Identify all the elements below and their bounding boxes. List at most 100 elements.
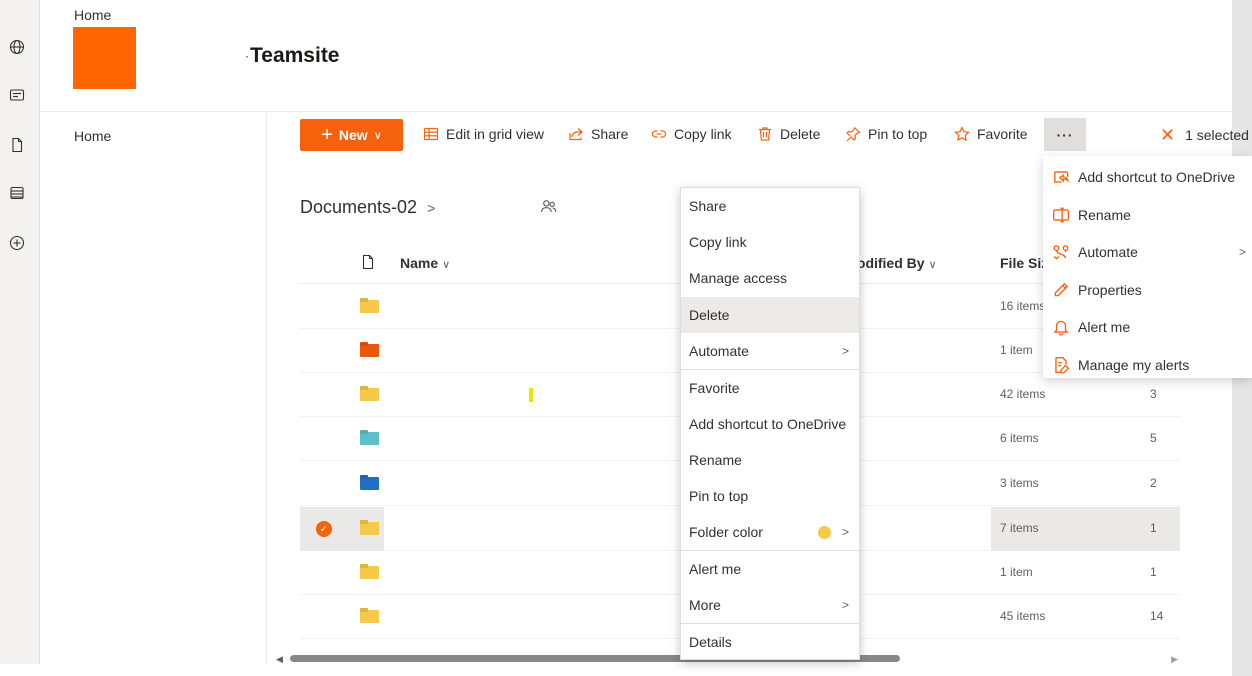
context-menu-item-alert-me[interactable]: Alert me bbox=[681, 551, 859, 587]
chevron-down-icon: ∨ bbox=[373, 129, 382, 142]
share-icon bbox=[569, 128, 583, 141]
globe-icon[interactable] bbox=[8, 38, 26, 56]
chevron-right-icon: > bbox=[841, 344, 849, 358]
menu-item-label: Manage access bbox=[689, 270, 788, 286]
edit-grid-button[interactable]: Edit in grid view bbox=[423, 126, 544, 142]
menu-item-label: Automate bbox=[689, 343, 749, 359]
more-menu-item-add-shortcut-to-onedrive[interactable]: Add shortcut to OneDrive bbox=[1043, 158, 1252, 195]
trash-icon bbox=[759, 127, 771, 141]
file-size-cell: 45 items bbox=[1000, 609, 1046, 623]
document-icon[interactable] bbox=[8, 136, 26, 154]
rename-icon bbox=[1053, 207, 1069, 222]
close-icon[interactable]: ✕ bbox=[1160, 126, 1175, 144]
link-icon bbox=[651, 130, 667, 138]
library-title-text: Documents-02 bbox=[300, 197, 418, 217]
pin-button[interactable]: Pin to top bbox=[845, 126, 927, 142]
more-button[interactable]: ··· bbox=[1044, 118, 1086, 151]
folder-icon bbox=[360, 388, 379, 401]
menu-item-label: Manage my alerts bbox=[1078, 356, 1190, 373]
grid-icon bbox=[423, 127, 439, 141]
highlight-mark bbox=[529, 388, 533, 402]
folder-icon bbox=[360, 300, 379, 313]
folder-icon bbox=[360, 344, 379, 357]
nav-item-home[interactable]: Home bbox=[74, 128, 111, 144]
context-menu-item-delete[interactable]: Delete bbox=[681, 297, 859, 333]
menu-item-label: Delete bbox=[689, 307, 730, 323]
menu-item-label: Properties bbox=[1078, 281, 1142, 298]
item-count-cell: 1 bbox=[1150, 521, 1157, 535]
item-count-cell: 2 bbox=[1150, 476, 1157, 490]
list-icon[interactable] bbox=[8, 184, 26, 202]
menu-item-label: More bbox=[689, 597, 721, 613]
scroll-right-icon[interactable]: ▶ bbox=[1171, 654, 1178, 665]
selected-indicator[interactable]: ✕ 1 selected bbox=[1160, 126, 1249, 144]
command-bar: + New ∨ Edit in grid view Share Copy lin… bbox=[268, 113, 1249, 157]
context-menu-item-folder-color[interactable]: Folder color > bbox=[681, 514, 859, 550]
folder-icon bbox=[360, 477, 379, 490]
library-title[interactable]: Documents-02 > bbox=[300, 197, 435, 218]
column-header-name[interactable]: Name ∨ bbox=[400, 255, 450, 271]
site-header: Home ·Teamsite bbox=[40, 0, 1232, 112]
menu-item-label: Copy link bbox=[689, 234, 747, 250]
menu-item-label: Rename bbox=[1078, 206, 1131, 223]
file-size-cell: 1 item bbox=[1000, 343, 1033, 357]
folder-icon bbox=[360, 566, 379, 579]
context-menu-item-share[interactable]: Share bbox=[681, 188, 859, 224]
folder-icon bbox=[360, 522, 379, 535]
delete-button[interactable]: Delete bbox=[757, 126, 820, 142]
site-title[interactable]: ·Teamsite bbox=[245, 44, 340, 68]
context-menu-item-copy-link[interactable]: Copy link bbox=[681, 224, 859, 260]
automate-icon bbox=[1053, 244, 1069, 260]
delete-label: Delete bbox=[780, 126, 821, 142]
more-menu: Add shortcut to OneDrive Rename Automate > P… bbox=[1043, 156, 1252, 378]
more-menu-item-automate[interactable]: Automate > bbox=[1043, 233, 1252, 270]
context-menu-item-more[interactable]: More > bbox=[681, 587, 859, 623]
checkmark-icon[interactable]: ✓ bbox=[316, 521, 332, 537]
menu-item-label: Pin to top bbox=[689, 488, 749, 504]
favorite-button[interactable]: Favorite bbox=[954, 126, 1028, 142]
selected-label: 1 selected bbox=[1185, 127, 1249, 143]
more-menu-item-rename[interactable]: Rename bbox=[1043, 196, 1252, 233]
more-menu-item-alert-me[interactable]: Alert me bbox=[1043, 308, 1252, 345]
context-menu-item-rename[interactable]: Rename bbox=[681, 442, 859, 478]
chevron-down-icon: ∨ bbox=[442, 259, 451, 271]
site-logo[interactable] bbox=[73, 27, 136, 89]
news-icon[interactable] bbox=[8, 86, 26, 104]
chevron-right-icon: > bbox=[1238, 244, 1246, 259]
more-menu-item-manage-my-alerts[interactable]: Manage my alerts bbox=[1043, 346, 1252, 383]
column-header-modified-by[interactable]: lodified By ∨ bbox=[853, 255, 937, 271]
item-count-cell: 1 bbox=[1150, 565, 1157, 579]
menu-item-label: Alert me bbox=[689, 561, 742, 577]
pin-label: Pin to top bbox=[868, 126, 928, 142]
more-menu-item-properties[interactable]: Properties bbox=[1043, 271, 1252, 308]
context-menu-item-favorite[interactable]: Favorite bbox=[681, 370, 859, 406]
favorite-label: Favorite bbox=[977, 126, 1028, 142]
add-circle-icon[interactable] bbox=[8, 234, 26, 252]
left-nav: Home bbox=[40, 113, 267, 664]
new-button[interactable]: + New ∨ bbox=[300, 119, 403, 151]
context-menu-item-pin-to-top[interactable]: Pin to top bbox=[681, 478, 859, 514]
column-header-file-size[interactable]: File Siz bbox=[1000, 255, 1048, 271]
menu-item-label: Add shortcut to OneDrive bbox=[1078, 168, 1236, 185]
context-menu-item-details[interactable]: Details bbox=[681, 624, 859, 660]
context-menu-item-manage-access[interactable]: Manage access bbox=[681, 260, 859, 296]
folder-icon bbox=[360, 432, 379, 445]
star-icon bbox=[954, 126, 970, 142]
column-header-name-label: Name bbox=[400, 255, 439, 271]
context-menu-item-add-shortcut-to-onedrive[interactable]: Add shortcut to OneDrive bbox=[681, 406, 859, 442]
context-menu-item-automate[interactable]: Automate > bbox=[681, 333, 859, 369]
pencil-icon bbox=[1054, 282, 1069, 296]
file-size-cell: 42 items bbox=[1000, 387, 1046, 401]
site-top-nav-home[interactable]: Home bbox=[74, 7, 111, 23]
copy-link-button[interactable]: Copy link bbox=[651, 126, 732, 142]
file-type-icon[interactable] bbox=[360, 254, 376, 275]
menu-item-label: Share bbox=[689, 198, 727, 214]
people-icon[interactable] bbox=[540, 198, 557, 220]
site-title-text: Teamsite bbox=[250, 44, 340, 67]
context-menu: Share Copy link Manage access Delete Automat… bbox=[680, 187, 860, 660]
column-header-modified-by-label: lodified By bbox=[853, 255, 925, 271]
menu-item-label: Rename bbox=[689, 452, 742, 468]
scroll-left-icon[interactable]: ◀ bbox=[276, 654, 283, 665]
item-count-cell: 5 bbox=[1150, 431, 1157, 445]
share-button[interactable]: Share bbox=[568, 126, 628, 142]
